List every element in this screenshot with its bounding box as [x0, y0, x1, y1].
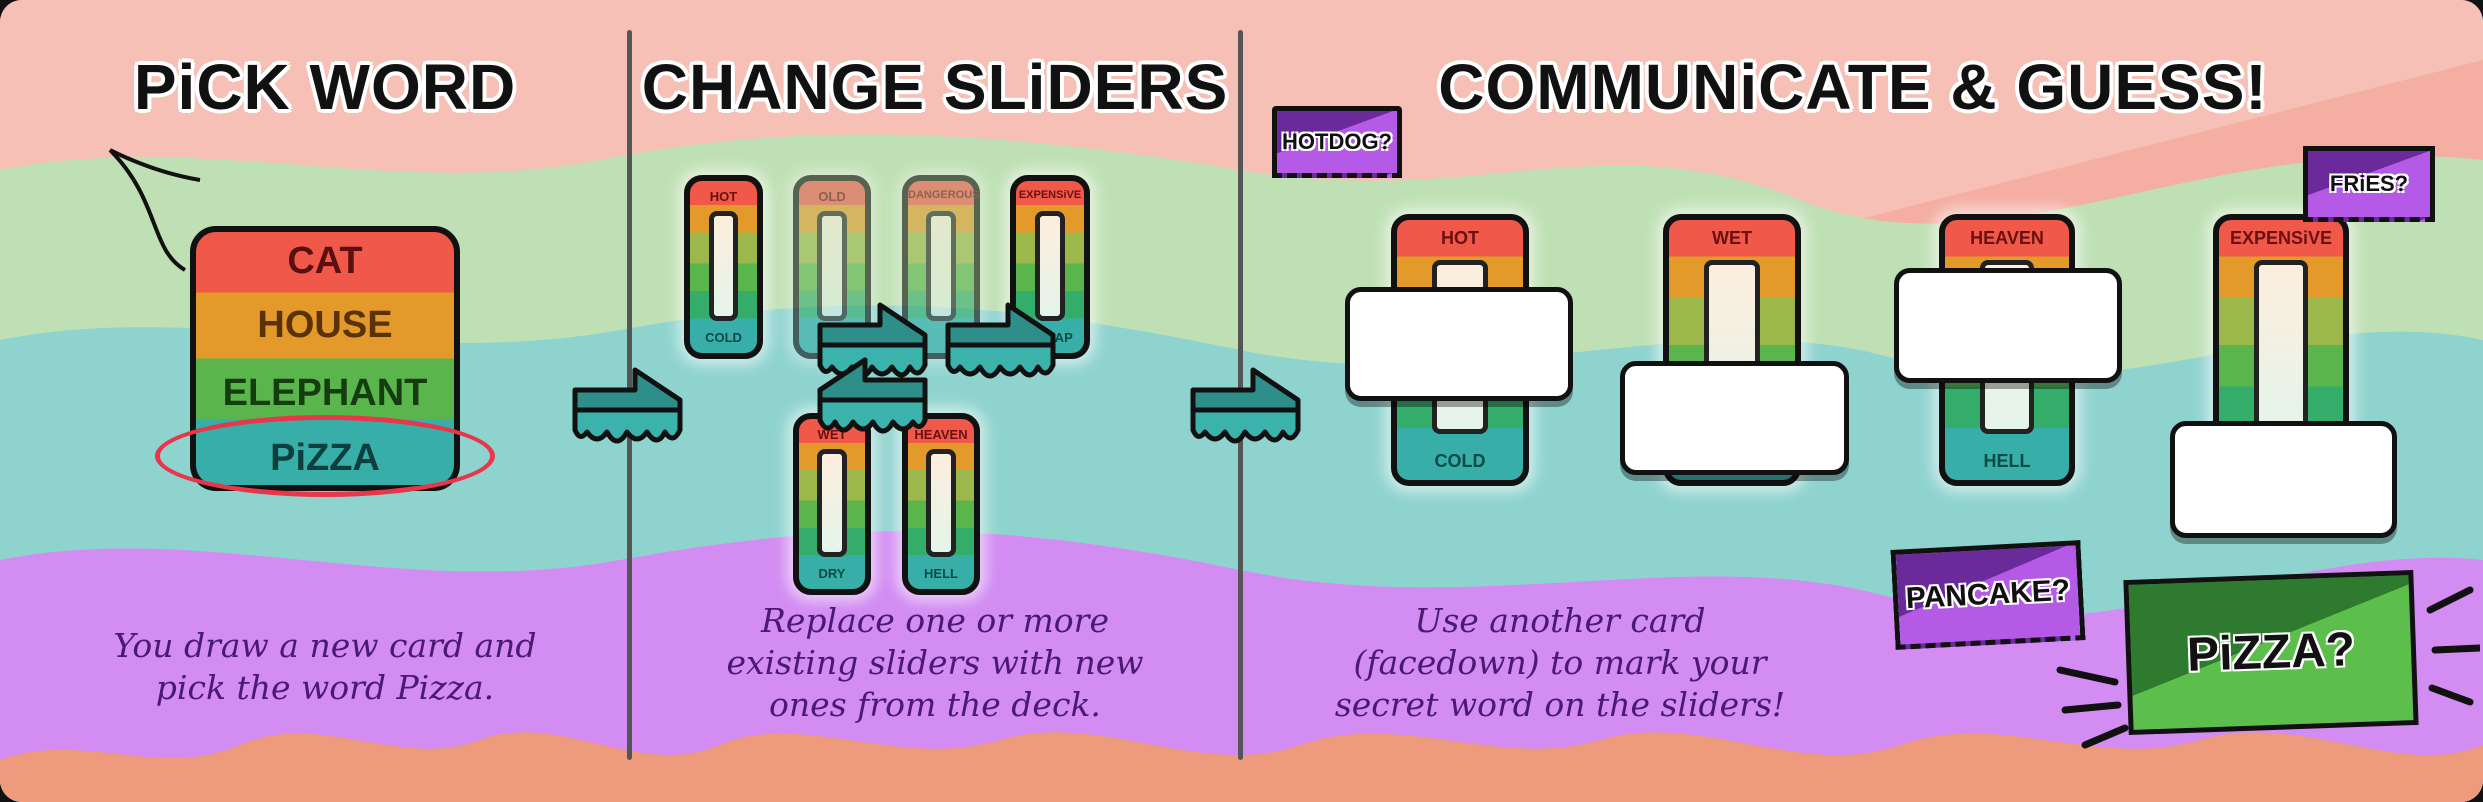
slider-track — [708, 211, 739, 321]
slider-top-label: EXPENSiVE — [2229, 228, 2333, 248]
panel-title-pick-word: PiCK WORD — [133, 51, 517, 123]
slider-card-old: OLD — [793, 175, 871, 359]
slider-card-wet-dry: WET DRY — [793, 413, 871, 595]
slider-top-label: DANGEROUS — [908, 189, 980, 201]
panel-title-communicate: COMMUNiCATE & GUESS! — [1438, 51, 2268, 123]
slider-bottom-label: COLD — [705, 330, 742, 345]
slider-top-label: WET — [817, 427, 847, 442]
caption-line: existing sliders with new — [726, 643, 1144, 682]
slider-top-label: HOT — [1441, 228, 1479, 248]
caption-line: ones from the deck. — [769, 685, 1101, 724]
slider-bottom-label: HELL — [924, 566, 958, 581]
slider-top-label: HEAVEN — [1970, 228, 2044, 248]
panel-title-change-sliders: CHANGE SLiDERS — [641, 51, 1229, 123]
slider-card-dangerous: DANGEROUS — [902, 175, 980, 359]
slider-top-label: EXPENSiVE — [1018, 189, 1082, 201]
facedown-marker-card — [2170, 421, 2397, 538]
caption-communicate: Use another card (facedown) to mark your… — [1335, 600, 1785, 726]
word-option: HOUSE — [257, 304, 393, 346]
guess-text: FRiES? — [2329, 171, 2409, 196]
slider-bottom-label: HELL — [1983, 451, 2031, 471]
slider-track — [926, 211, 956, 321]
caption-line: You draw a new card and — [113, 626, 537, 665]
slider-track — [926, 449, 956, 557]
slider-card-heaven-hell: HEAVEN HELL — [902, 413, 980, 595]
word-option: ELEPHANT — [222, 372, 428, 414]
caption-line: Use another card — [1414, 601, 1706, 640]
slider-bottom-label: DRY — [818, 566, 846, 581]
panel-divider — [1238, 30, 1243, 760]
word-option: CAT — [287, 240, 363, 282]
slider-track — [1035, 211, 1065, 321]
slider-track — [2253, 260, 2309, 434]
panel-divider — [627, 30, 632, 760]
slider-card-hot-cold: HOT COLD — [684, 175, 763, 359]
slider-track — [817, 211, 847, 321]
caption-line: (facedown) to mark your — [1353, 643, 1767, 682]
guess-text: HOTDOG? — [1282, 129, 1392, 154]
caption-line: pick the word Pizza. — [155, 668, 495, 707]
selection-circle — [155, 415, 495, 497]
slider-top-label: OLD — [818, 189, 846, 204]
slider-top-label: WET — [1712, 228, 1752, 248]
guess-bubble-hotdog: HOTDOG? — [1272, 106, 1402, 178]
slider-track — [817, 449, 847, 557]
slider-card-expensive-cheap: EXPENSiVE CHEAP — [1010, 175, 1090, 359]
facedown-marker-card — [1894, 268, 2122, 383]
facedown-marker-card — [1620, 361, 1849, 475]
caption-pick-word: You draw a new card and pick the word Pi… — [113, 625, 536, 709]
guess-bubble-fries: FRiES? — [2303, 146, 2435, 222]
slider-bottom-label: COLD — [1434, 451, 1486, 471]
caption-line: secret word on the sliders! — [1334, 685, 1786, 724]
excitement-lines-icon — [2056, 586, 2480, 749]
slider-top-label: HOT — [709, 189, 738, 204]
caption-line: Replace one or more — [761, 601, 1109, 640]
game-rules-banner: PiCK WORD CHANGE SLiDERS COMMUNiCATE & G… — [0, 0, 2483, 802]
facedown-marker-card — [1345, 287, 1573, 401]
slider-bottom-label: CHEAP — [1027, 330, 1073, 345]
caption-change-sliders: Replace one or more existing sliders wit… — [726, 600, 1143, 726]
slider-top-label: HEAVEN — [914, 427, 968, 442]
